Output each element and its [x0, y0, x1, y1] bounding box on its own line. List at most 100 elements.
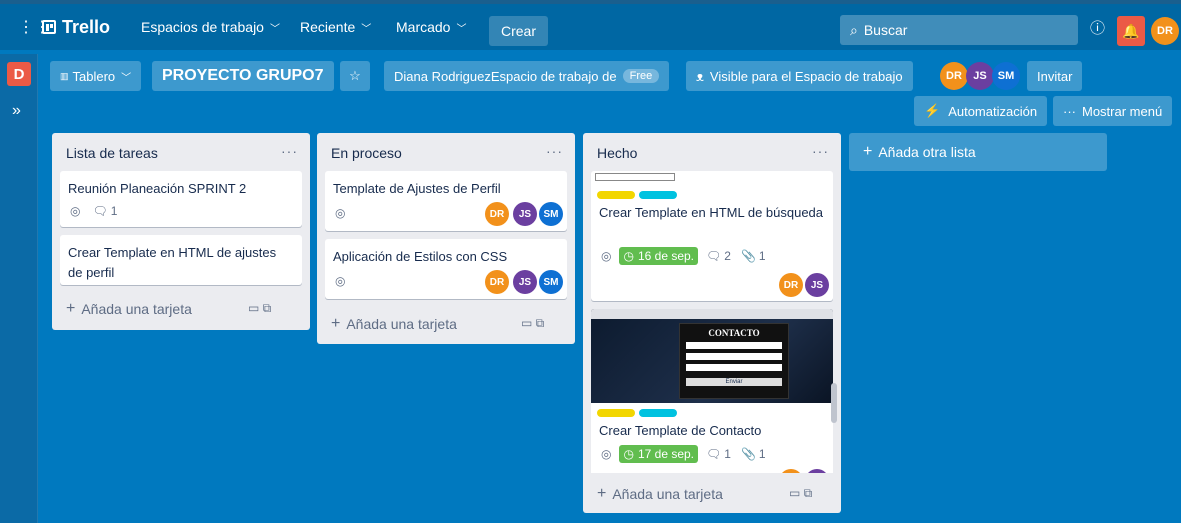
visibility-button[interactable]: ᴥ Visible para el Espacio de trabajo [686, 61, 913, 91]
clock-icon: ◷ [623, 447, 634, 461]
create-button[interactable]: Crear [489, 16, 549, 46]
member-avatar-sm[interactable]: SM [539, 270, 563, 294]
add-card-button[interactable]: + Añada una tarjeta [66, 300, 192, 318]
label-sky [639, 191, 677, 199]
card-crear-template-ajustes[interactable]: Crear Template en HTML de ajustes de per… [60, 235, 302, 285]
eye-icon: ◎ [601, 447, 612, 461]
card-template-icon[interactable]: ▭ ⧉ [789, 486, 812, 501]
people-icon: ᴥ [696, 68, 704, 84]
attachment-count: 1 [758, 447, 766, 461]
top-bar: ⋮⋮ Trello Espacios de trabajo ﹀ Reciente ﹀… [0, 0, 1181, 50]
show-menu-button[interactable]: ··· Mostrar menú [1053, 96, 1173, 126]
view-label: Tablero [72, 68, 116, 84]
workspace-button[interactable]: Diana RodriguezEspacio de trabajo de Fre… [384, 61, 670, 91]
card-cover-thumbnail [595, 173, 675, 181]
card-estilos-css[interactable]: Aplicación de Estilos con CSS ◎ DR JS SM [325, 239, 567, 299]
add-card-button[interactable]: + Añada una tarjeta [331, 315, 457, 333]
member-avatar-dr[interactable]: DR [779, 273, 803, 297]
board-members: DR JS SM [940, 62, 1030, 90]
list-scrollbar[interactable] [831, 383, 837, 423]
contact-send-button: Enviar [686, 378, 782, 386]
search-input[interactable]: ⌕ Buscar [840, 15, 1078, 45]
eye-icon: ◎ [335, 206, 346, 220]
card-title: Crear Template de Contacto [599, 423, 762, 438]
add-list-button[interactable]: + Añada otra lista [849, 133, 1107, 171]
recent-label: Reciente [300, 19, 356, 35]
view-switcher[interactable]: ▥ Tablero ﹀ [50, 61, 142, 91]
board-view-icon: ▥ [60, 70, 69, 81]
expand-sidebar-icon[interactable]: » [12, 102, 21, 120]
lightning-icon: ⚡ [924, 103, 941, 118]
comment-count: 1 [110, 204, 118, 218]
show-menu-label: Mostrar menú [1082, 103, 1163, 119]
starred-menu[interactable]: Marcado ﹀ [388, 10, 474, 44]
invite-button[interactable]: Invitar [1027, 61, 1083, 91]
member-avatar-js[interactable]: JS [966, 62, 994, 90]
attachment-count: 1 [758, 249, 766, 263]
member-avatar-js[interactable] [805, 469, 829, 473]
more-icon: ··· [1063, 103, 1076, 119]
member-avatar-dr[interactable]: DR [485, 270, 509, 294]
member-avatar-js[interactable]: JS [513, 202, 537, 226]
list-menu-icon[interactable]: ··· [546, 143, 563, 159]
member-avatar-dr[interactable]: DR [485, 202, 509, 226]
plan-badge: Free [622, 69, 660, 83]
create-label: Crear [501, 23, 537, 39]
attachment-icon: 📎 [740, 447, 756, 461]
due-date-badge[interactable]: ◷ 17 de sep. [619, 445, 699, 463]
eye-icon: ◎ [335, 274, 346, 288]
chevron-down-icon: ﹀ [121, 72, 132, 84]
workspaces-menu[interactable]: Espacios de trabajo ﹀ [133, 10, 288, 44]
list-title[interactable]: Hecho [597, 145, 637, 161]
card-template-ajustes-perfil[interactable]: Template de Ajustes de Perfil ◎ DR JS SM [325, 171, 567, 231]
contact-heading: CONTACTO [708, 328, 760, 338]
workspace-avatar[interactable]: D [7, 62, 31, 86]
member-avatar-js[interactable]: JS [513, 270, 537, 294]
star-icon[interactable]: ☆ [340, 61, 370, 91]
add-card-button[interactable]: + Añada una tarjeta [597, 485, 723, 503]
due-date: 17 de sep. [637, 447, 695, 461]
plus-icon: + [66, 300, 76, 317]
clock-icon: ◷ [623, 249, 634, 263]
user-avatar[interactable]: DR [1151, 17, 1179, 45]
card-template-busqueda[interactable]: Crear Template en HTML de búsqueda ◎ ◷ 16… [591, 171, 833, 301]
automation-label: Automatización [948, 103, 1038, 119]
recent-menu[interactable]: Reciente ﹀ [292, 10, 379, 44]
visibility-label: Visible para el Espacio de trabajo [709, 68, 903, 84]
due-date-badge[interactable]: ◷ 16 de sep. [619, 247, 699, 265]
workspace-sidebar: D » [0, 54, 38, 523]
card-title: Template de Ajustes de Perfil [333, 181, 501, 196]
list-cards-scroll: Crear Template en HTML de búsqueda ◎ ◷ 16… [583, 171, 841, 473]
card-template-contacto[interactable]: CONTACTO Enviar Crear Template de Contac… [591, 309, 833, 473]
member-avatar-dr[interactable] [779, 469, 803, 473]
automation-button[interactable]: ⚡ Automatización [914, 96, 1048, 126]
list-menu-icon[interactable]: ··· [281, 143, 298, 159]
info-icon[interactable]: ⓘ [1082, 10, 1113, 44]
card-template-icon[interactable]: ▭ ⧉ [521, 316, 544, 331]
card-title: Reunión Planeación SPRINT 2 [68, 181, 247, 196]
card-reunion[interactable]: Reunión Planeación SPRINT 2 ◎ 🗨 1 [60, 171, 302, 227]
card-template-icon[interactable]: ▭ ⧉ [248, 301, 271, 316]
due-date: 16 de sep. [637, 249, 695, 263]
board-title[interactable]: PROYECTO GRUPO7 [152, 61, 334, 91]
starred-label: Marcado [396, 19, 451, 35]
trello-logo[interactable]: Trello [34, 10, 118, 44]
workspace-label: Diana RodriguezEspacio de trabajo de [394, 68, 617, 84]
card-title: Aplicación de Estilos con CSS [333, 249, 508, 264]
list-lista-de-tareas: Lista de tareas ··· Reunión Planeación S… [52, 133, 310, 330]
member-avatar-sm[interactable]: SM [539, 202, 563, 226]
label-yellow [597, 191, 635, 199]
card-badges: ◎ ◷ 17 de sep. 🗨 1 📎 1 [601, 445, 766, 463]
workspaces-label: Espacios de trabajo [141, 19, 264, 35]
chevron-down-icon: ﹀ [361, 23, 372, 35]
list-title[interactable]: En proceso [331, 145, 402, 161]
member-avatar-js[interactable]: JS [805, 273, 829, 297]
member-avatar-sm[interactable]: SM [992, 62, 1020, 90]
list-menu-icon[interactable]: ··· [812, 143, 829, 159]
notifications-bell-icon[interactable]: 🔔 [1117, 16, 1145, 46]
member-avatar-dr[interactable]: DR [940, 62, 968, 90]
contact-form-preview: CONTACTO Enviar [679, 323, 789, 399]
list-title[interactable]: Lista de tareas [66, 145, 158, 161]
card-title: Crear Template en HTML de búsqueda [599, 205, 824, 220]
eye-icon: ◎ [601, 249, 612, 263]
